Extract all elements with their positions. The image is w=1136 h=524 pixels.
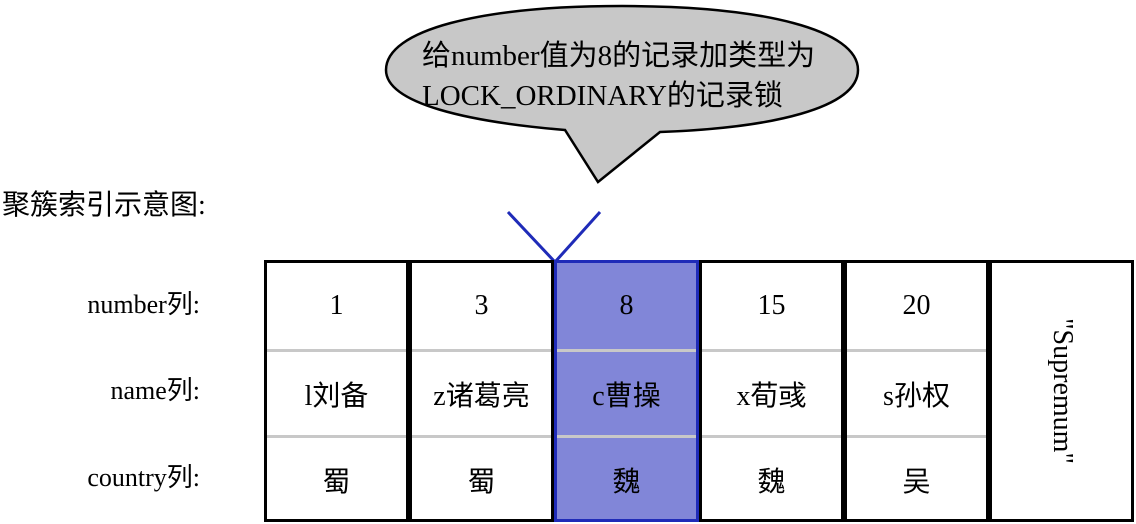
country-cell: 蜀 xyxy=(267,435,406,521)
record-column-locked: 8 c曹操 魏 xyxy=(554,260,699,522)
row-label-country: country列: xyxy=(87,463,200,492)
diagram-title: 聚簇索引示意图: xyxy=(2,190,206,221)
row-label-name: name列: xyxy=(110,376,200,405)
country-cell: 蜀 xyxy=(412,435,551,521)
callout-text: 给number值为8的记录加类型为 LOCK_ORDINARY的记录锁 xyxy=(422,36,882,116)
number-cell: 8 xyxy=(619,290,634,321)
number-cell: 15 xyxy=(757,290,786,321)
name-cell: x荀彧 xyxy=(702,349,841,435)
row-label-number: number列: xyxy=(87,290,200,319)
number-cell: 3 xyxy=(474,290,489,321)
record-column: 15 x荀彧 魏 xyxy=(699,260,844,522)
callout-line-2: LOCK_ORDINARY的记录锁 xyxy=(422,80,783,112)
country-cell: 吴 xyxy=(847,435,986,521)
supremum-record: "Supremum" xyxy=(989,260,1134,522)
number-cell: 1 xyxy=(329,290,344,321)
name-cell: c曹操 xyxy=(557,349,696,435)
supremum-label: "Supremum" xyxy=(1046,318,1078,464)
name-cell: l刘备 xyxy=(267,349,406,435)
clustered-index-table: 1 l刘备 蜀 3 z诸葛亮 蜀 8 c曹操 魏 15 x荀彧 魏 20 s孙权… xyxy=(264,260,1134,522)
callout-line-1: 给number值为8的记录加类型为 xyxy=(422,40,816,72)
lock-pointer-icon xyxy=(506,210,602,265)
record-column: 1 l刘备 蜀 xyxy=(264,260,409,522)
number-cell: 20 xyxy=(902,290,931,321)
record-column: 20 s孙权 吴 xyxy=(844,260,989,522)
diagram-canvas: 给number值为8的记录加类型为 LOCK_ORDINARY的记录锁 聚簇索引… xyxy=(0,0,1136,524)
country-cell: 魏 xyxy=(557,435,696,521)
country-cell: 魏 xyxy=(702,435,841,521)
name-cell: z诸葛亮 xyxy=(412,349,551,435)
name-cell: s孙权 xyxy=(847,349,986,435)
record-column: 3 z诸葛亮 蜀 xyxy=(409,260,554,522)
